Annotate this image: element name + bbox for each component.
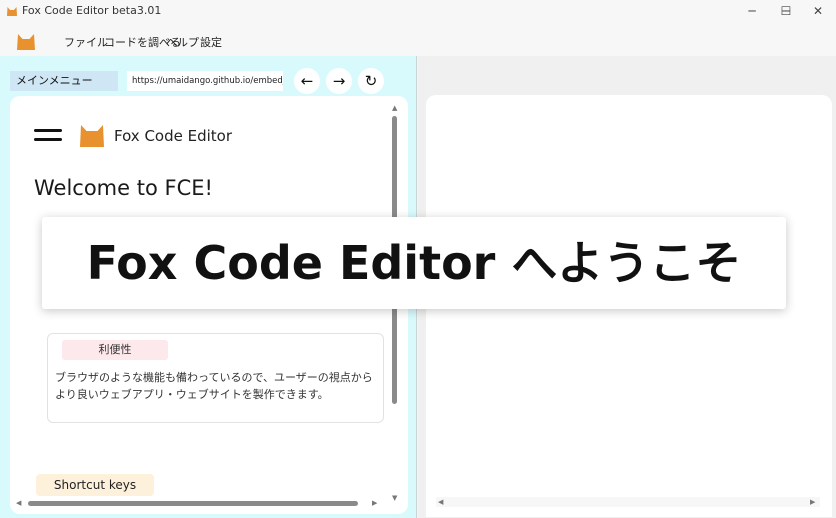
fox-app-icon <box>7 7 17 16</box>
overlay-text: Fox Code Editor へようこそ <box>86 236 742 290</box>
scroll-down-icon[interactable]: ▼ <box>392 494 397 502</box>
right-horizontal-scrollbar[interactable]: ◀ ▶ <box>436 497 820 507</box>
fox-logo-icon[interactable] <box>14 28 38 52</box>
scroll-right-icon[interactable]: ▶ <box>372 499 377 507</box>
welcome-heading: Welcome to FCE! <box>34 176 213 200</box>
scroll-right-icon[interactable]: ▶ <box>810 498 815 506</box>
maximize-button[interactable]: ☐ <box>768 0 804 22</box>
tab-main-menu[interactable]: メインメニュー <box>10 71 118 91</box>
minimize-icon: ─ <box>748 4 756 18</box>
scroll-left-icon[interactable]: ◀ <box>16 499 21 507</box>
title-bar: Fox Code Editor beta3.01 ─ <box>0 0 836 22</box>
close-icon: ✕ <box>812 4 824 18</box>
menu-settings[interactable]: 設定 <box>200 34 222 50</box>
forward-button[interactable]: → <box>326 68 352 94</box>
horizontal-scroll-thumb[interactable] <box>28 501 358 506</box>
back-button[interactable]: ← <box>294 68 320 94</box>
url-input[interactable]: https://umaidango.github.io/embed_fc <box>127 71 283 91</box>
menu-file[interactable]: ファイル <box>64 34 108 50</box>
fox-logo-icon <box>80 125 104 147</box>
feature-card: 利便性 ブラウザのような機能も備わっているので、ユーザーの視点からより良いウェブ… <box>47 333 384 423</box>
reload-icon: ↻ <box>364 72 378 90</box>
maximize-icon: ☐ <box>780 4 792 18</box>
welcome-overlay-banner: Fox Code Editor へようこそ <box>42 217 786 309</box>
menu-bar: ファイル コードを調べる ヘルプ 設定 <box>0 22 836 56</box>
brand-title: Fox Code Editor <box>114 127 233 145</box>
arrow-right-icon: → <box>332 72 346 90</box>
minimize-button-box[interactable]: ─ <box>734 0 770 22</box>
menu-help[interactable]: ヘルプ <box>166 34 199 50</box>
hamburger-menu-icon[interactable] <box>34 129 62 145</box>
scroll-up-icon[interactable]: ▲ <box>392 104 397 112</box>
shortcut-keys-label[interactable]: Shortcut keys <box>36 474 154 496</box>
close-button[interactable]: ✕ <box>800 0 836 22</box>
horizontal-scrollbar[interactable]: ◀ ▶ <box>14 498 384 508</box>
card-tag: 利便性 <box>62 340 168 360</box>
window-title: Fox Code Editor beta3.01 <box>22 4 162 17</box>
scroll-left-icon[interactable]: ◀ <box>438 498 443 506</box>
arrow-left-icon: ← <box>300 72 314 90</box>
reload-button[interactable]: ↻ <box>358 68 384 94</box>
card-body: ブラウザのような機能も備わっているので、ユーザーの視点からより良いウェブアプリ・… <box>55 371 373 401</box>
